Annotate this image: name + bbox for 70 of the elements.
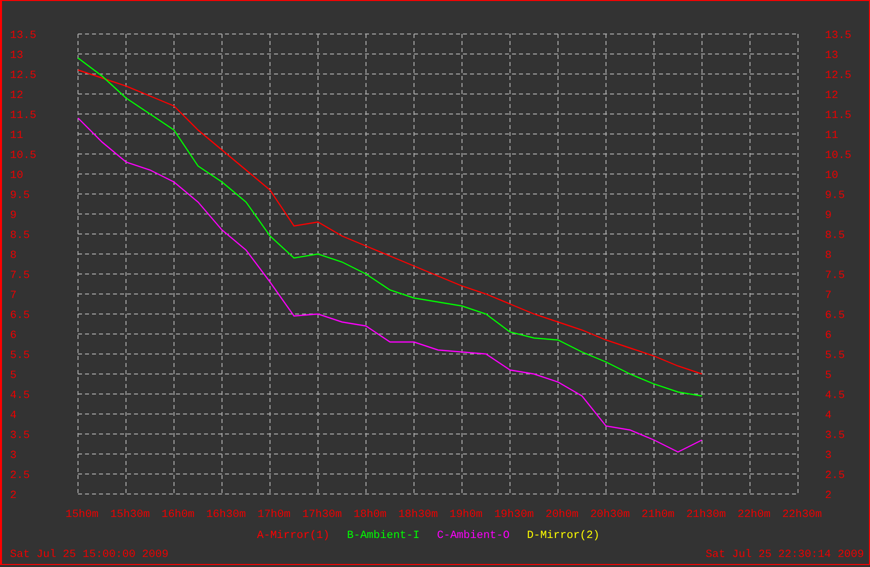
y-axis-label: 9.5 <box>825 190 845 202</box>
y-axis-label: 12.5 <box>10 70 36 82</box>
x-axis-label: 18h30m <box>398 509 438 521</box>
y-axis-label: 12.5 <box>825 70 852 82</box>
y-axis-label: 6.5 <box>825 310 845 322</box>
y-axis-label: 4.5 <box>825 390 845 402</box>
y-axis-label: 3 <box>825 450 832 462</box>
y-axis-label: 13.5 <box>10 30 36 42</box>
y-axis-label: 7.5 <box>825 270 845 282</box>
x-axis-label: 22h30m <box>782 509 822 521</box>
x-axis-label: 20h30m <box>590 509 630 521</box>
y-axis-label: 5.5 <box>10 350 30 362</box>
y-axis-label: 4.5 <box>10 390 30 402</box>
y-axis-label: 12 <box>10 90 24 102</box>
y-axis-label: 4 <box>10 410 17 422</box>
y-axis-label: 9 <box>825 210 832 222</box>
y-axis-label: 5 <box>10 370 17 382</box>
x-axis-label: 19h30m <box>494 509 534 521</box>
start-time: Sat Jul 25 15:00:00 2009 <box>10 549 168 561</box>
x-axis-label: 16h30m <box>206 509 246 521</box>
x-axis-label: 15h30m <box>110 509 150 521</box>
y-axis-label: 10.5 <box>10 150 36 162</box>
legend-label: D-Mirror(2) <box>527 530 600 542</box>
x-axis-label: 18h0m <box>354 509 386 521</box>
y-axis-label: 6 <box>10 330 17 342</box>
y-axis-label: 3.5 <box>825 430 845 442</box>
y-axis-label: 5 <box>825 370 832 382</box>
y-axis-label: 11 <box>10 130 24 142</box>
legend-label: B-Ambient-I <box>347 530 420 542</box>
y-axis-label: 3.5 <box>10 430 30 442</box>
y-axis-label: 2 <box>825 490 832 502</box>
y-axis-label: 12 <box>825 90 838 102</box>
y-axis-label: 9.5 <box>10 190 30 202</box>
x-axis-label: 16h0m <box>162 509 194 521</box>
y-axis-label: 6.5 <box>10 310 30 322</box>
y-axis-label: 7.5 <box>10 270 30 282</box>
y-axis-label: 9 <box>10 210 17 222</box>
x-axis-label: 21h30m <box>686 509 726 521</box>
y-axis-label: 7 <box>10 290 17 302</box>
y-axis-label: 10 <box>825 170 838 182</box>
x-axis-label: 17h0m <box>258 509 290 521</box>
end-time: Sat Jul 25 22:30:14 2009 <box>706 549 864 561</box>
legend-label: A-Mirror(1) <box>257 530 330 542</box>
y-axis-label: 13 <box>825 50 838 62</box>
x-axis-label: 19h0m <box>450 509 482 521</box>
y-axis-label: 2 <box>10 490 17 502</box>
y-axis-label: 8.5 <box>825 230 845 242</box>
y-axis-label: 11.5 <box>825 110 852 122</box>
y-axis-label: 8.5 <box>10 230 30 242</box>
y-axis-label: 7 <box>825 290 832 302</box>
y-axis-label: 6 <box>825 330 832 342</box>
x-axis-label: 22h0m <box>738 509 770 521</box>
y-axis-label: 5.5 <box>825 350 845 362</box>
x-axis-label: 17h30m <box>302 509 342 521</box>
y-axis-label: 13 <box>10 50 24 62</box>
x-axis-label: 21h0m <box>642 509 674 521</box>
y-axis-label: 8 <box>10 250 17 262</box>
y-axis-label: 10 <box>10 170 24 182</box>
y-axis-label: 10.5 <box>825 150 852 162</box>
y-axis-label: 4 <box>825 410 832 422</box>
y-axis-label: 2.5 <box>825 470 845 482</box>
y-axis-label: 11.5 <box>10 110 36 122</box>
y-axis-label: 2.5 <box>10 470 30 482</box>
y-axis-label: 11 <box>825 130 838 142</box>
x-axis-label: 15h0m <box>66 509 98 521</box>
x-axis-label: 20h0m <box>546 509 578 521</box>
y-axis-label: 8 <box>825 250 832 262</box>
y-axis-label: 13.5 <box>825 30 852 42</box>
legend-label: C-Ambient-O <box>437 530 510 542</box>
y-axis-label: 3 <box>10 450 17 462</box>
